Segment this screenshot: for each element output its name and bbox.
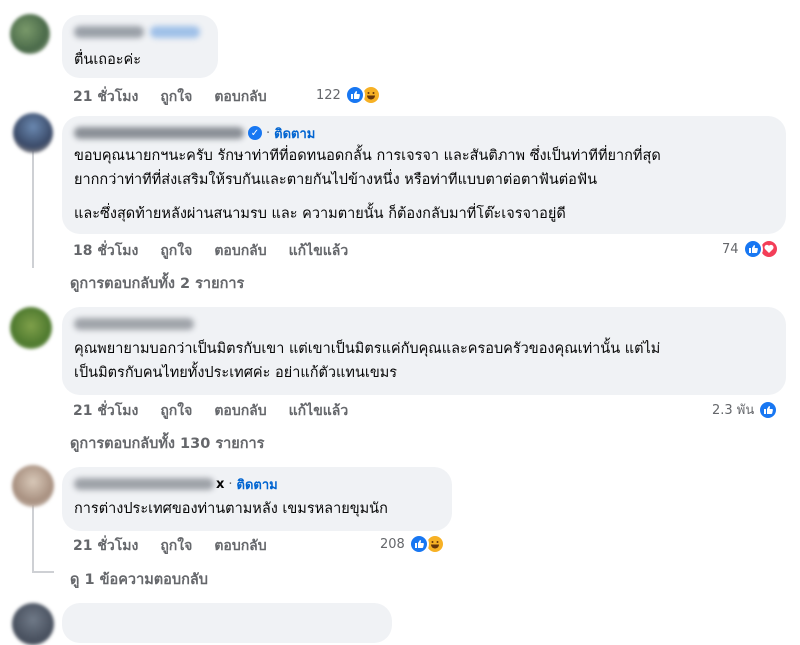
comment-bubble: คุณพยายามบอกว่าเป็นมิตรกับเขา แต่เขาเป็น… [62,307,786,395]
avatar[interactable] [13,113,53,153]
comment-actions: 18 ชั่วโมง ถูกใจ ตอบกลับ แก้ไขแล้ว [73,240,370,262]
edited-label: แก้ไขแล้ว [288,243,349,259]
like-button[interactable]: ถูกใจ [160,400,192,422]
avatar[interactable] [12,465,54,507]
separator-dot: · [266,125,271,141]
reply-button[interactable]: ตอบกลับ [214,400,266,422]
comment-bubble: x · ติดตาม การต่างประเทศของท่านตามหลัง เ… [62,467,452,531]
verified-badge-icon: ✓ [248,126,262,140]
reaction-count: 208 [380,536,405,552]
comment-text-line: ขอบคุณนายกฯนะครับ รักษาท่าทีที่อดทนอดกลั… [74,148,661,164]
reaction-count: 74 [722,241,739,257]
reply-button[interactable]: ตอบกลับ [214,535,266,557]
comment-text-line: และซึ่งสุดท้ายหลังผ่านสนามรบ และ ความตาย… [74,206,566,222]
avatar[interactable] [12,603,54,645]
comment-actions: 21 ชั่วโมง ถูกใจ ตอบกลับ แก้ไขแล้ว [73,400,370,422]
comment-author[interactable]: x · ติดตาม [74,475,440,493]
comment-actions: 21 ชั่วโมง ถูกใจ ตอบกลับ [73,86,289,108]
comment-text-line: เป็นมิตรกับคนไทยทั้งประเทศค่ะ อย่าแก้ตัว… [74,365,398,381]
comment-bubble: ✓ · ติดตาม ขอบคุณนายกฯนะครับ รักษาท่าทีท… [62,116,786,234]
like-reaction-icon [408,534,429,554]
reaction-summary[interactable]: 208 [380,534,445,554]
comment-author[interactable] [74,315,774,333]
edited-label: แก้ไขแล้ว [288,403,349,419]
reaction-count: 122 [316,87,341,103]
reply-button[interactable]: ตอบกลับ [214,86,266,108]
blurred-author-name [74,318,194,330]
comment-actions: 21 ชั่วโมง ถูกใจ ตอบกลับ [73,535,289,557]
like-button[interactable]: ถูกใจ [160,86,192,108]
like-button[interactable]: ถูกใจ [160,535,192,557]
reaction-summary[interactable]: 122 [316,85,381,105]
blurred-author-name [74,26,144,38]
comment-time[interactable]: 21 ชั่วโมง [73,535,138,557]
blurred-author-name [74,478,214,490]
avatar[interactable] [10,307,52,349]
like-reaction-icon [742,239,763,259]
comment-bubble [62,603,392,643]
comment-bubble: ตื่นเถอะค่ะ [62,15,218,78]
comment-text: การต่างประเทศของท่านตามหลัง เขมรหลายขุมน… [74,501,388,517]
like-button[interactable]: ถูกใจ [160,240,192,262]
thread-line [32,571,54,573]
reaction-summary[interactable]: 74 [722,239,779,259]
reaction-summary[interactable]: 2.3 พัน [712,399,779,420]
view-replies-link[interactable]: ดูการตอบกลับทั้ง 2 รายการ [70,272,244,295]
comment-text: ตื่นเถอะค่ะ [74,52,142,68]
comment-text-line: ยากกว่าท่าทีที่ส่งเสริมให้รบกันและตายกัน… [74,172,598,188]
blurred-author-name [150,26,200,38]
comment-author[interactable]: ✓ · ติดตาม [74,124,774,142]
author-name-suffix: x [216,476,225,492]
follow-link[interactable]: ติดตาม [274,123,315,144]
follow-link[interactable]: ติดตาม [237,474,278,495]
comment-text-line: คุณพยายามบอกว่าเป็นมิตรกับเขา แต่เขาเป็น… [74,341,661,357]
view-replies-link[interactable]: ดู 1 ข้อความตอบกลับ [70,568,208,591]
like-reaction-icon [344,85,365,105]
view-replies-link[interactable]: ดูการตอบกลับทั้ง 130 รายการ [70,432,264,455]
reaction-count: 2.3 พัน [712,403,755,418]
blurred-author-name [74,127,244,139]
comment-time[interactable]: 18 ชั่วโมง [73,240,138,262]
comment-time[interactable]: 21 ชั่วโมง [73,400,138,422]
thread-line [32,505,34,573]
reply-button[interactable]: ตอบกลับ [214,240,266,262]
comment-author[interactable] [74,23,206,41]
comment-time[interactable]: 21 ชั่วโมง [73,86,138,108]
thread-line [32,150,34,268]
separator-dot: · [228,476,233,492]
avatar[interactable] [10,14,50,54]
like-reaction-icon [758,399,779,420]
